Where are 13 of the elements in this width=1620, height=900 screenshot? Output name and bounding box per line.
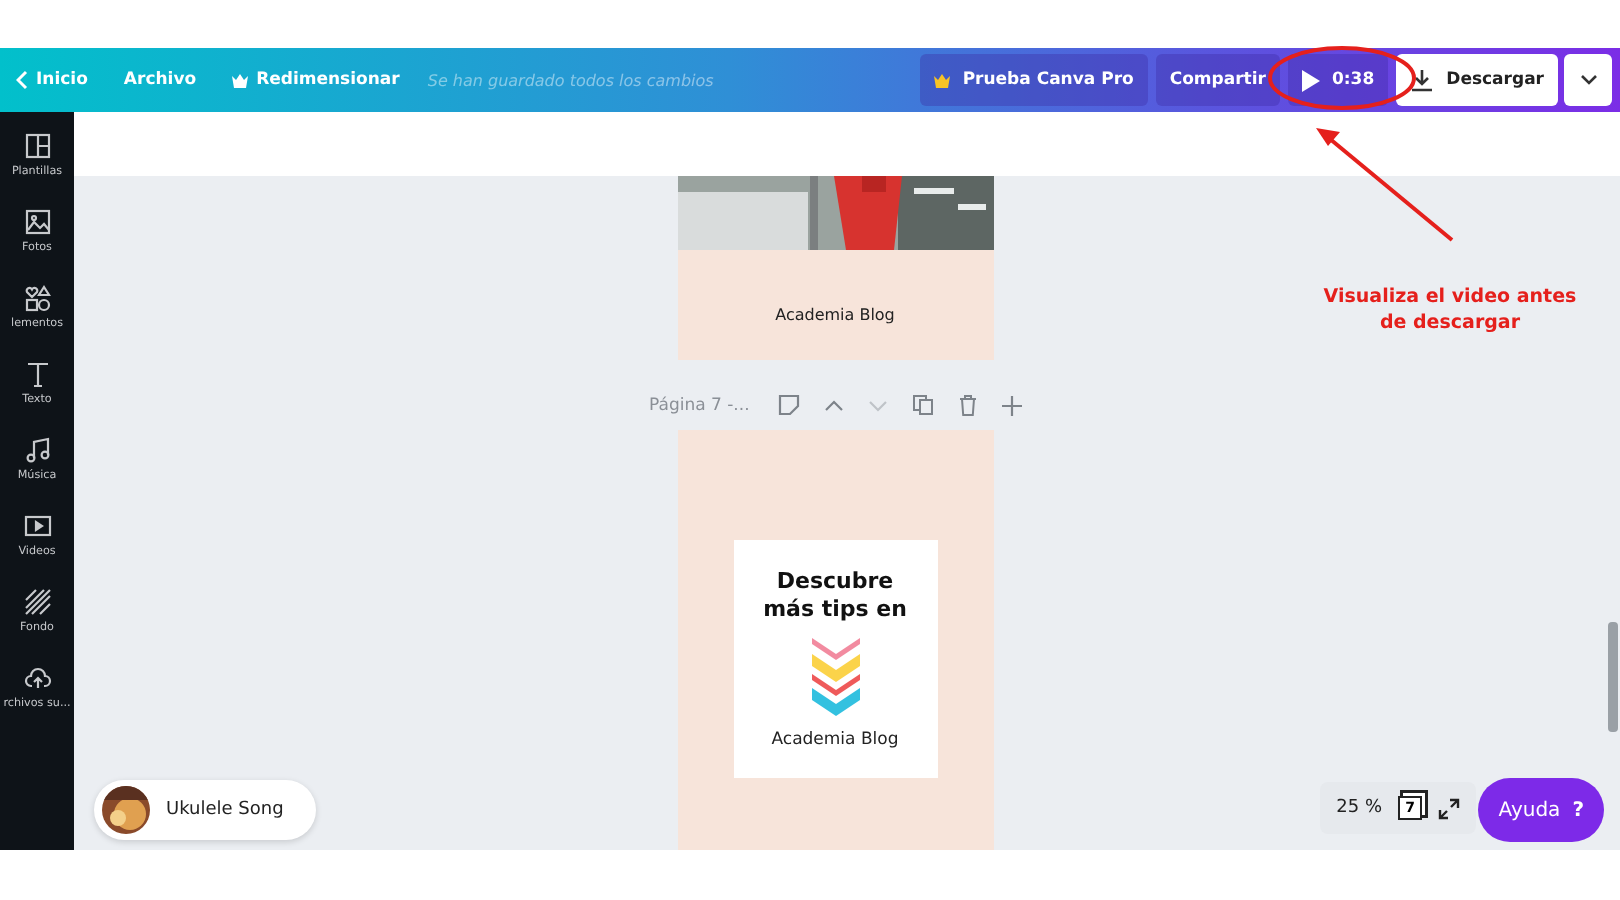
save-status: Se han guardado todos los cambios xyxy=(427,71,714,89)
page-label: Página 7 -... xyxy=(649,395,750,415)
download-button[interactable]: Descargar xyxy=(1396,54,1558,106)
audio-track-button[interactable]: Ukulele Song xyxy=(94,780,316,840)
annotation-text: Visualiza el video antes de descargar xyxy=(1321,284,1579,338)
share-button[interactable]: Compartir xyxy=(1155,54,1280,106)
promo-heading: Descubre más tips en xyxy=(761,568,909,623)
play-button[interactable]: 0:38 xyxy=(1287,54,1389,106)
page-caption: Academia Blog xyxy=(775,306,895,324)
zoom-level[interactable]: 25 % xyxy=(1336,798,1382,818)
pro-button[interactable]: Prueba Canva Pro xyxy=(920,54,1148,106)
help-button[interactable]: Ayuda ? xyxy=(1478,778,1604,842)
promo-caption: Academia Blog xyxy=(771,729,899,749)
